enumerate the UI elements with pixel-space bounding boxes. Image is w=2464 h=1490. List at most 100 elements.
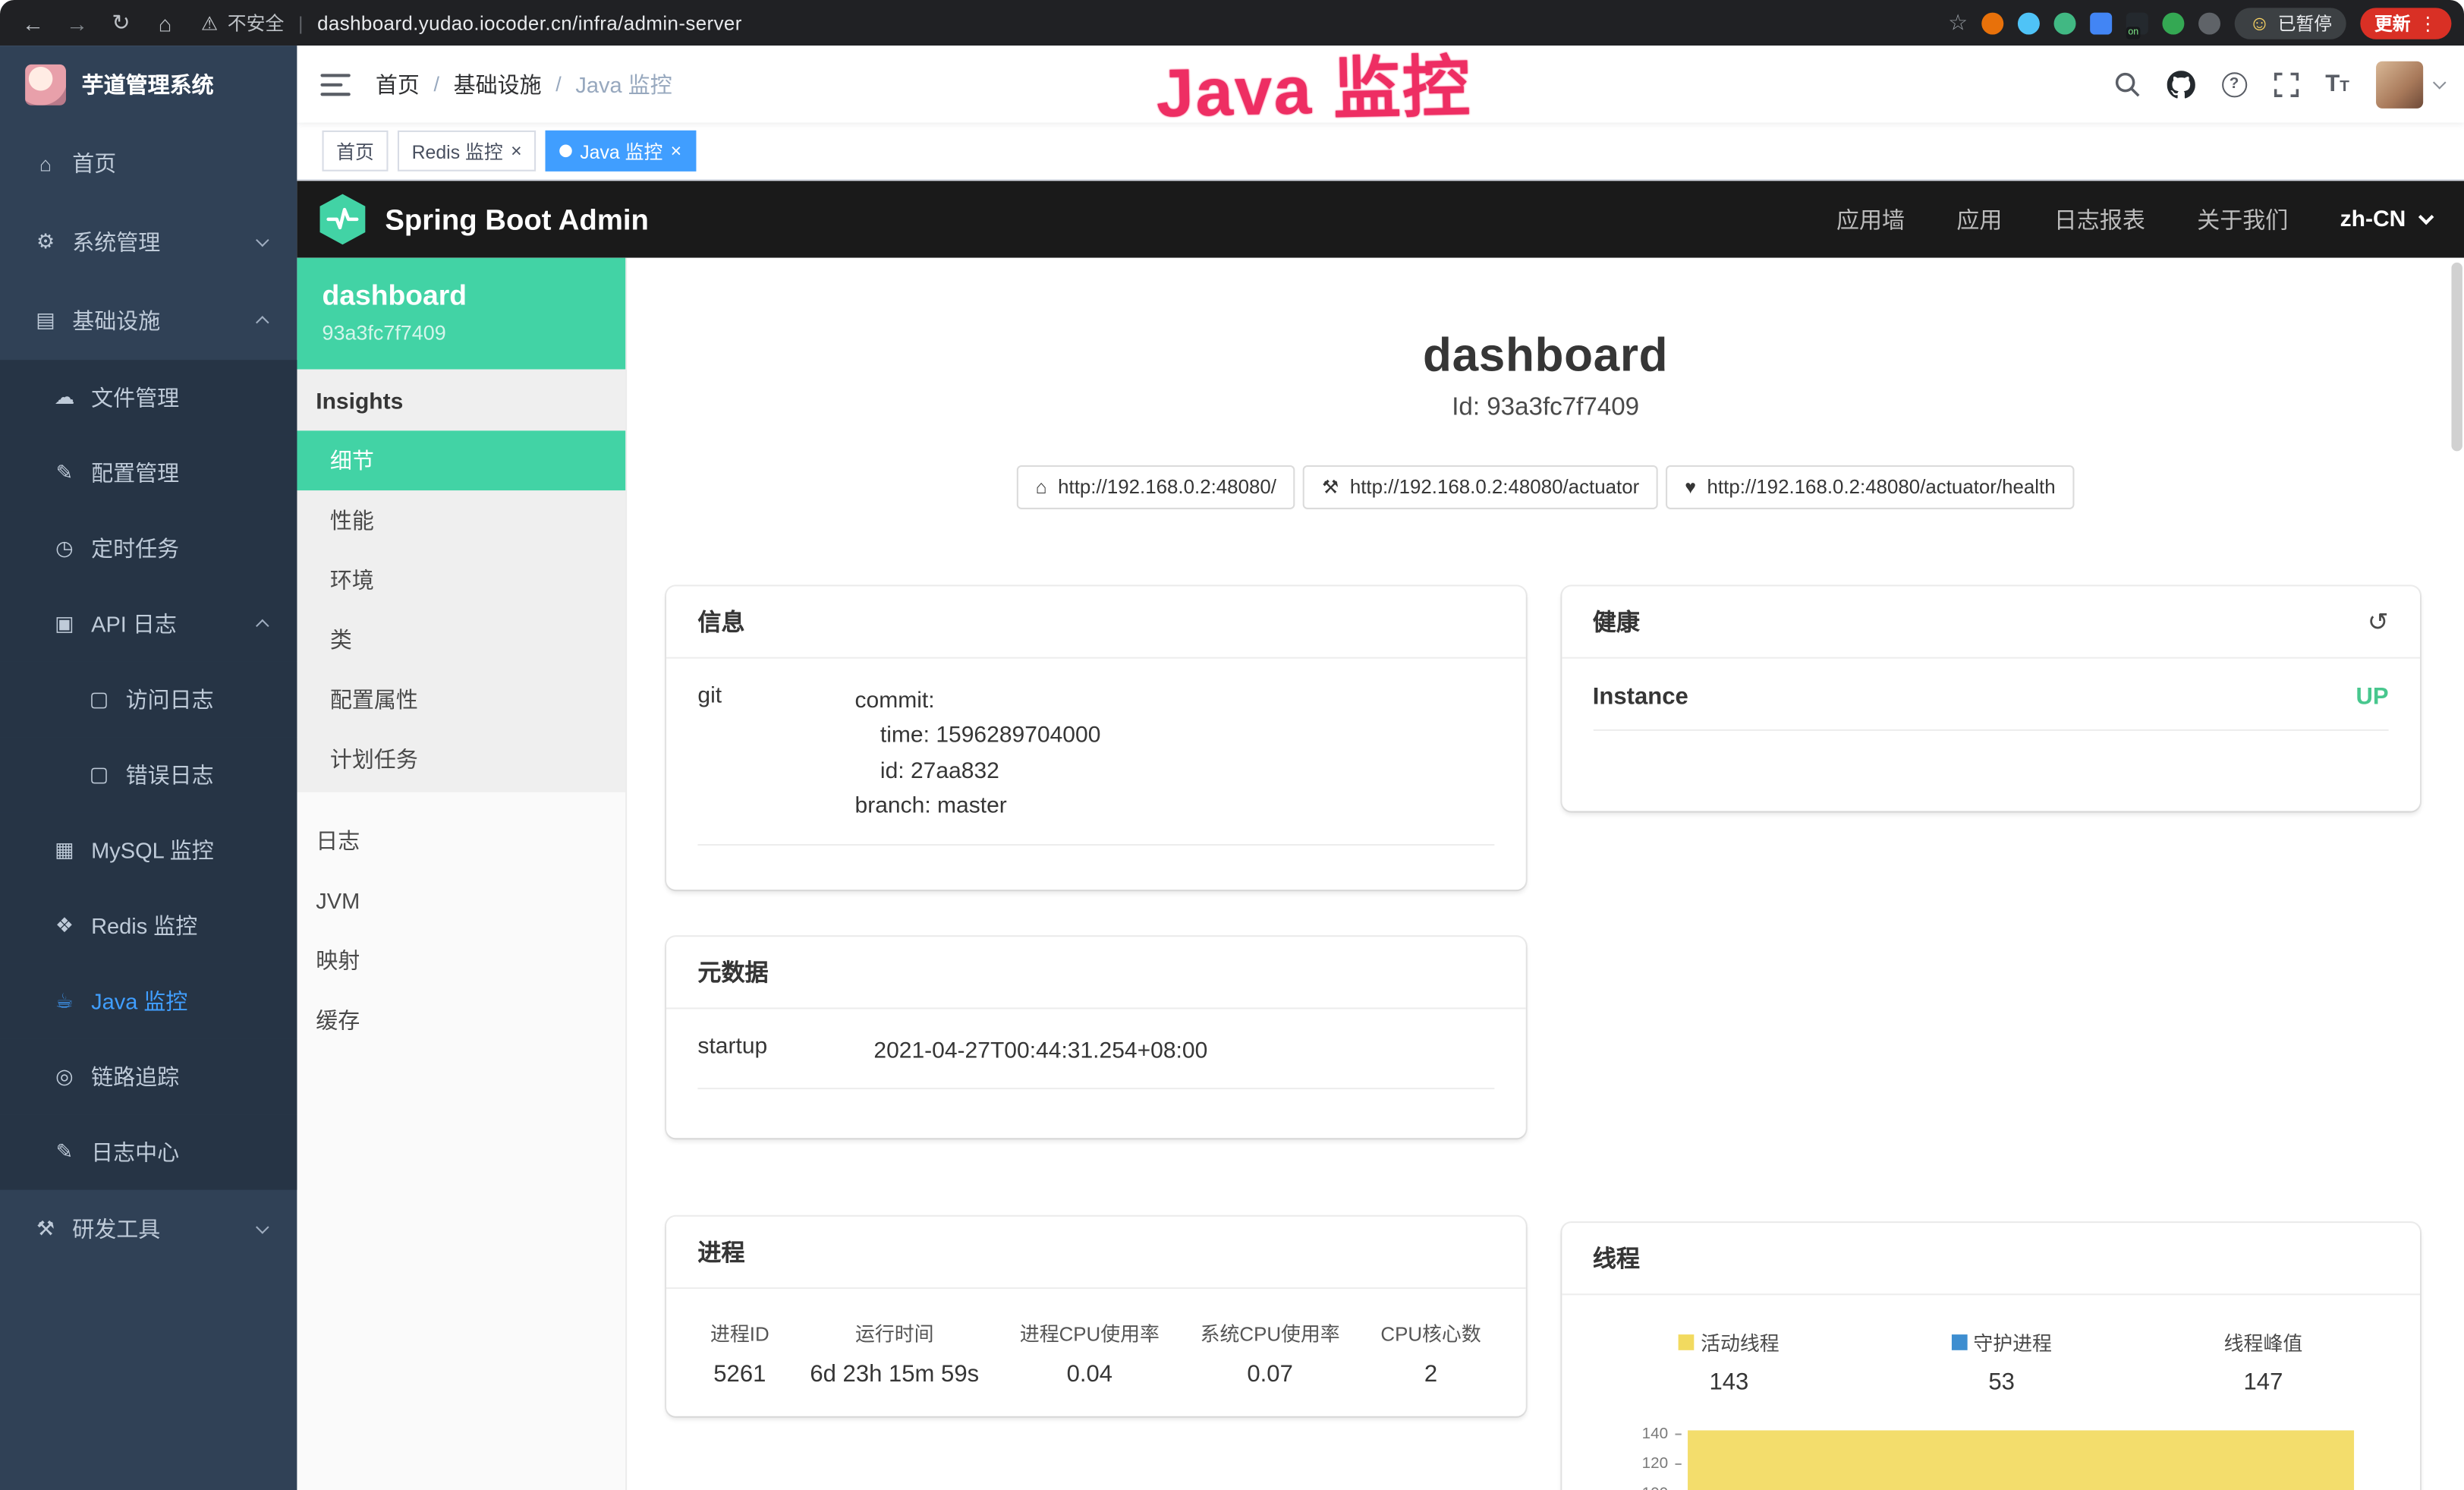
sba-menu-performance[interactable]: 性能 [297,490,625,550]
sba-nav-applications[interactable]: 应用 [1956,203,2002,235]
legend-peak-threads: 线程峰值 147 [2224,1327,2303,1396]
sba-menu-environment[interactable]: 环境 [297,550,625,610]
sidebar-item-label: Redis 监控 [91,910,197,941]
instance-name: dashboard [323,280,601,313]
breadcrumb: 首页 / 基础设施 / Java 监控 [376,68,672,99]
sidebar-item-api-logs[interactable]: ▣ API 日志 [0,586,297,661]
sidebar-item-dev-tools[interactable]: ⚒ 研发工具 [0,1190,297,1269]
sidebar-item-label: API 日志 [91,608,177,639]
search-icon[interactable] [2113,71,2140,97]
sba-menu-details[interactable]: 细节 [297,430,625,490]
sidebar-item-access-logs[interactable]: ▢ 访问日志 [0,662,297,737]
sidebar-item-tracing[interactable]: ◎ 链路追踪 [0,1039,297,1114]
bookmark-star-icon[interactable]: ☆ [1948,9,1968,36]
topbar-icons: ? T T [2113,61,2442,108]
live-threads-area [1687,1430,2354,1490]
reload-icon[interactable]: ↻ [101,9,142,36]
legend-swatch-blue [1951,1334,1967,1350]
main-area: 首页 / 基础设施 / Java 监控 ? T T [297,46,2464,1490]
sba-menu-classes[interactable]: 类 [297,610,625,669]
sidebar-item-error-logs[interactable]: ▢ 错误日志 [0,737,297,812]
sidebar-item-scheduled-tasks[interactable]: ◷ 定时任务 [0,511,297,586]
extension-icon-6[interactable] [2163,12,2185,34]
tab-redis-monitor[interactable]: Redis 监控 × [398,131,536,172]
sba-nav-wall[interactable]: 应用墙 [1836,203,1905,235]
sidebar-item-label: Java 监控 [91,985,187,1016]
sba-root-menu: 日志 JVM 映射 缓存 [297,811,625,1051]
forward-icon[interactable]: → [57,10,98,35]
paused-badge[interactable]: ☺ 已暂停 [2235,7,2346,38]
extension-icon-1[interactable] [1982,12,2004,34]
close-icon[interactable]: × [511,141,522,160]
help-icon[interactable]: ? [2222,71,2247,96]
chrome-toolbar-right: ☆ on ☺ 已暂停 更新 ⋮ [1948,7,2451,38]
hamburger-icon[interactable] [320,73,350,95]
extension-icon-7[interactable] [2199,12,2221,34]
metadata-value: 2021-04-27T00:44:31.254+08:00 [873,1035,1207,1070]
sba-brand-title[interactable]: Spring Boot Admin [385,202,649,237]
locale-selector[interactable]: zh-CN [2340,206,2430,232]
user-menu[interactable] [2376,61,2442,108]
actuator-url-button[interactable]: ⚒ http://192.168.0.2:48080/actuator [1303,465,1658,509]
app-logo-row[interactable]: 芋道管理系统 [0,46,297,124]
instance-header[interactable]: dashboard 93a3fc7f7409 [297,258,625,370]
sidebar-item-system[interactable]: ⚙ 系统管理 [0,203,297,282]
process-col-pid: 进程ID 5261 [710,1317,769,1388]
browser-chrome: ← → ↻ ⌂ ⚠ 不安全 | dashboard.yudao.iocoder.… [0,0,2464,46]
health-row[interactable]: Instance UP [1593,684,2389,731]
tab-home[interactable]: 首页 [323,131,389,172]
chevron-up-icon [256,316,269,329]
sba-menu-jvm[interactable]: JVM [297,871,625,931]
security-label[interactable]: 不安全 [228,9,285,36]
sidebar-item-home[interactable]: ⌂ 首页 [0,124,297,203]
sba-menu-caches[interactable]: 缓存 [297,991,625,1051]
back-icon[interactable]: ← [13,10,54,35]
sidebar-item-log-center[interactable]: ✎ 日志中心 [0,1114,297,1189]
sidebar-item-redis-monitor[interactable]: ❖ Redis 监控 [0,888,297,963]
url-text[interactable]: dashboard.yudao.iocoder.cn/infra/admin-s… [317,12,742,34]
metadata-card-body: startup 2021-04-27T00:44:31.254+08:00 [666,1009,1525,1112]
tab-java-monitor[interactable]: Java 监控 × [546,131,696,172]
legend-live-threads: 活动线程 143 [1679,1327,1780,1396]
app-title: 芋道管理系统 [82,69,214,100]
sba-menu-config-props[interactable]: 配置属性 [297,669,625,729]
font-size-icon[interactable]: T T [2325,72,2349,96]
fullscreen-icon[interactable] [2274,71,2299,96]
kebab-menu-icon[interactable]: ⋮ [2418,12,2437,34]
sba-menu-mappings[interactable]: 映射 [297,931,625,991]
legend-swatch-yellow [1679,1334,1695,1350]
sba-nav-journal[interactable]: 日志报表 [2054,203,2145,235]
sidebar-item-file-management[interactable]: ☁ 文件管理 [0,360,297,435]
extension-icon-4[interactable] [2091,12,2113,34]
chevron-down-icon [2418,209,2434,225]
avatar[interactable] [2376,61,2423,108]
breadcrumb-section[interactable]: 基础设施 [454,68,542,99]
update-label: 更新 [2374,10,2411,35]
service-url-button[interactable]: ⌂ http://192.168.0.2:48080/ [1017,465,1295,509]
sba-nav-about[interactable]: 关于我们 [2197,203,2288,235]
sba-menu-scheduled-tasks[interactable]: 计划任务 [297,729,625,789]
metadata-card: 元数据 startup 2021-04-27T00:44:31.254+08:0… [666,937,1525,1138]
sidebar-item-infrastructure[interactable]: ▤ 基础设施 [0,282,297,361]
sba-menu-logs[interactable]: 日志 [297,811,625,871]
github-icon[interactable] [2167,70,2195,98]
info-card-header: 信息 [666,586,1525,658]
update-button[interactable]: 更新 ⋮ [2360,7,2451,38]
history-icon[interactable]: ↺ [2368,606,2389,637]
extension-icon-3[interactable] [2054,12,2076,34]
health-url-button[interactable]: ♥ http://192.168.0.2:48080/actuator/heal… [1666,465,2074,509]
process-columns: 进程ID 5261 运行时间 6d 23h 15m 59s 进程CPU使用率 [697,1314,1493,1394]
address-bar[interactable]: ⚠ 不安全 | dashboard.yudao.iocoder.cn/infra… [201,9,742,36]
extension-icon-5[interactable]: on [2126,12,2148,34]
scrollbar-thumb[interactable] [2451,263,2462,451]
chevron-down-icon [256,234,269,247]
extension-icon-2[interactable] [2018,12,2040,34]
sidebar-item-config-management[interactable]: ✎ 配置管理 [0,436,297,511]
sidebar-item-java-monitor[interactable]: ☕ Java 监控 [0,963,297,1038]
sidebar-item-mysql-monitor[interactable]: ▦ MySQL 监控 [0,813,297,888]
chevron-down-icon [2433,75,2447,89]
breadcrumb-home[interactable]: 首页 [376,68,420,99]
home-nav-icon[interactable]: ⌂ [145,10,186,35]
breadcrumb-current: Java 监控 [575,68,672,99]
close-icon[interactable]: × [671,141,682,160]
